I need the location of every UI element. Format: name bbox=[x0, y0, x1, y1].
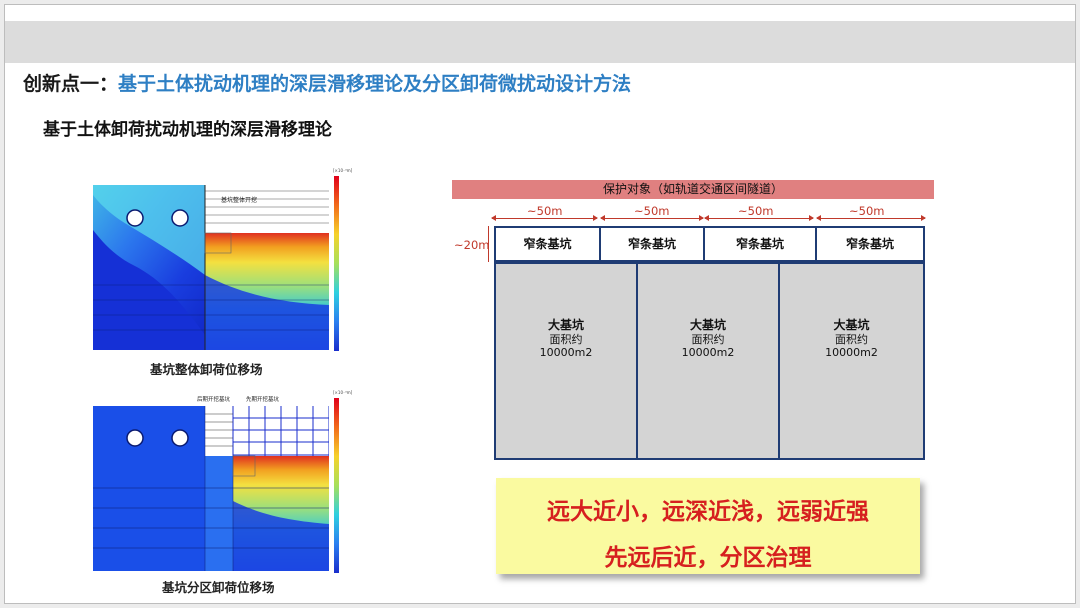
big-pit-area-value: 10000m2 bbox=[681, 346, 735, 359]
big-pit-area-label: 面积约 bbox=[549, 333, 583, 346]
colorbar-bottom bbox=[334, 398, 339, 573]
strategy-line-1: 远大近小，远深近浅，远弱近强 bbox=[547, 499, 869, 525]
colorbar-top bbox=[334, 176, 339, 351]
big-pit-area-value: 10000m2 bbox=[539, 346, 593, 359]
arrow-left-icon bbox=[491, 215, 496, 221]
narrow-pit-1: 窄条基坑 bbox=[494, 226, 601, 262]
dimension-line-4 bbox=[817, 218, 925, 219]
protected-object-bar: 保护对象（如轨道交通区间隧道） bbox=[452, 180, 934, 199]
big-pit-3: 大基坑 面积约 10000m2 bbox=[778, 262, 925, 460]
figure-bottom-caption: 基坑分区卸荷位移场 bbox=[162, 580, 275, 595]
big-pit-area-label: 面积约 bbox=[835, 333, 868, 346]
big-pit-area-value: 10000m2 bbox=[825, 346, 878, 359]
slide-subtitle: 基于土体卸荷扰动机理的深层滑移理论 bbox=[43, 120, 332, 140]
width-label-3: ~50m bbox=[738, 204, 774, 218]
big-pit-title: 大基坑 bbox=[833, 318, 870, 332]
dimension-line-3 bbox=[705, 218, 813, 219]
narrow-pit-4: 窄条基坑 bbox=[815, 226, 925, 262]
slide-header-bar bbox=[5, 21, 1075, 63]
dimension-line-1 bbox=[492, 218, 597, 219]
width-label-2: ~50m bbox=[634, 204, 670, 218]
arrow-left-icon bbox=[704, 215, 709, 221]
strategy-line-2: 先远后近，分区治理 bbox=[604, 545, 812, 571]
later-excavation-label: 后期开挖基坑 bbox=[197, 397, 231, 403]
arrow-left-icon bbox=[816, 215, 821, 221]
title-prefix: 创新点一： bbox=[23, 73, 119, 95]
arrow-right-icon bbox=[809, 215, 814, 221]
arrow-left-icon bbox=[600, 215, 605, 221]
slide-title: 创新点一：基于土体扰动机理的深层滑移理论及分区卸荷微扰动设计方法 bbox=[23, 69, 631, 96]
big-pit-title: 大基坑 bbox=[547, 318, 584, 332]
colorbar-bottom-unit: [×10⁻³m] bbox=[333, 390, 353, 395]
big-pit-area-label: 面积约 bbox=[691, 333, 725, 346]
arrow-right-icon bbox=[593, 215, 598, 221]
strategy-callout: 远大近小，远深近浅，远弱近强 先远后近，分区治理 bbox=[496, 478, 920, 574]
narrow-pit-3: 窄条基坑 bbox=[703, 226, 817, 262]
narrow-pit-2: 窄条基坑 bbox=[599, 226, 705, 262]
displacement-field-overall-image: 基坑整体开挖 bbox=[93, 185, 329, 350]
title-main: 基于土体扰动机理的深层滑移理论及分区卸荷微扰动设计方法 bbox=[118, 73, 632, 95]
colorbar-top-unit: [×10⁻³m] bbox=[333, 168, 353, 173]
big-pit-title: 大基坑 bbox=[689, 318, 726, 332]
dimension-line-2 bbox=[601, 218, 703, 219]
width-label-1: ~50m bbox=[527, 204, 563, 218]
depth-label: ~20m bbox=[454, 238, 490, 252]
width-label-4: ~50m bbox=[849, 204, 885, 218]
big-pit-1: 大基坑 面积约 10000m2 bbox=[494, 262, 638, 460]
overall-excavation-label: 基坑整体开挖 bbox=[221, 197, 258, 204]
big-pit-2: 大基坑 面积约 10000m2 bbox=[636, 262, 780, 460]
displacement-field-zoned-image bbox=[93, 406, 329, 571]
figure-top-caption: 基坑整体卸荷位移场 bbox=[150, 362, 263, 377]
earlier-excavation-label: 先期开挖基坑 bbox=[246, 397, 280, 403]
arrow-right-icon bbox=[921, 215, 926, 221]
